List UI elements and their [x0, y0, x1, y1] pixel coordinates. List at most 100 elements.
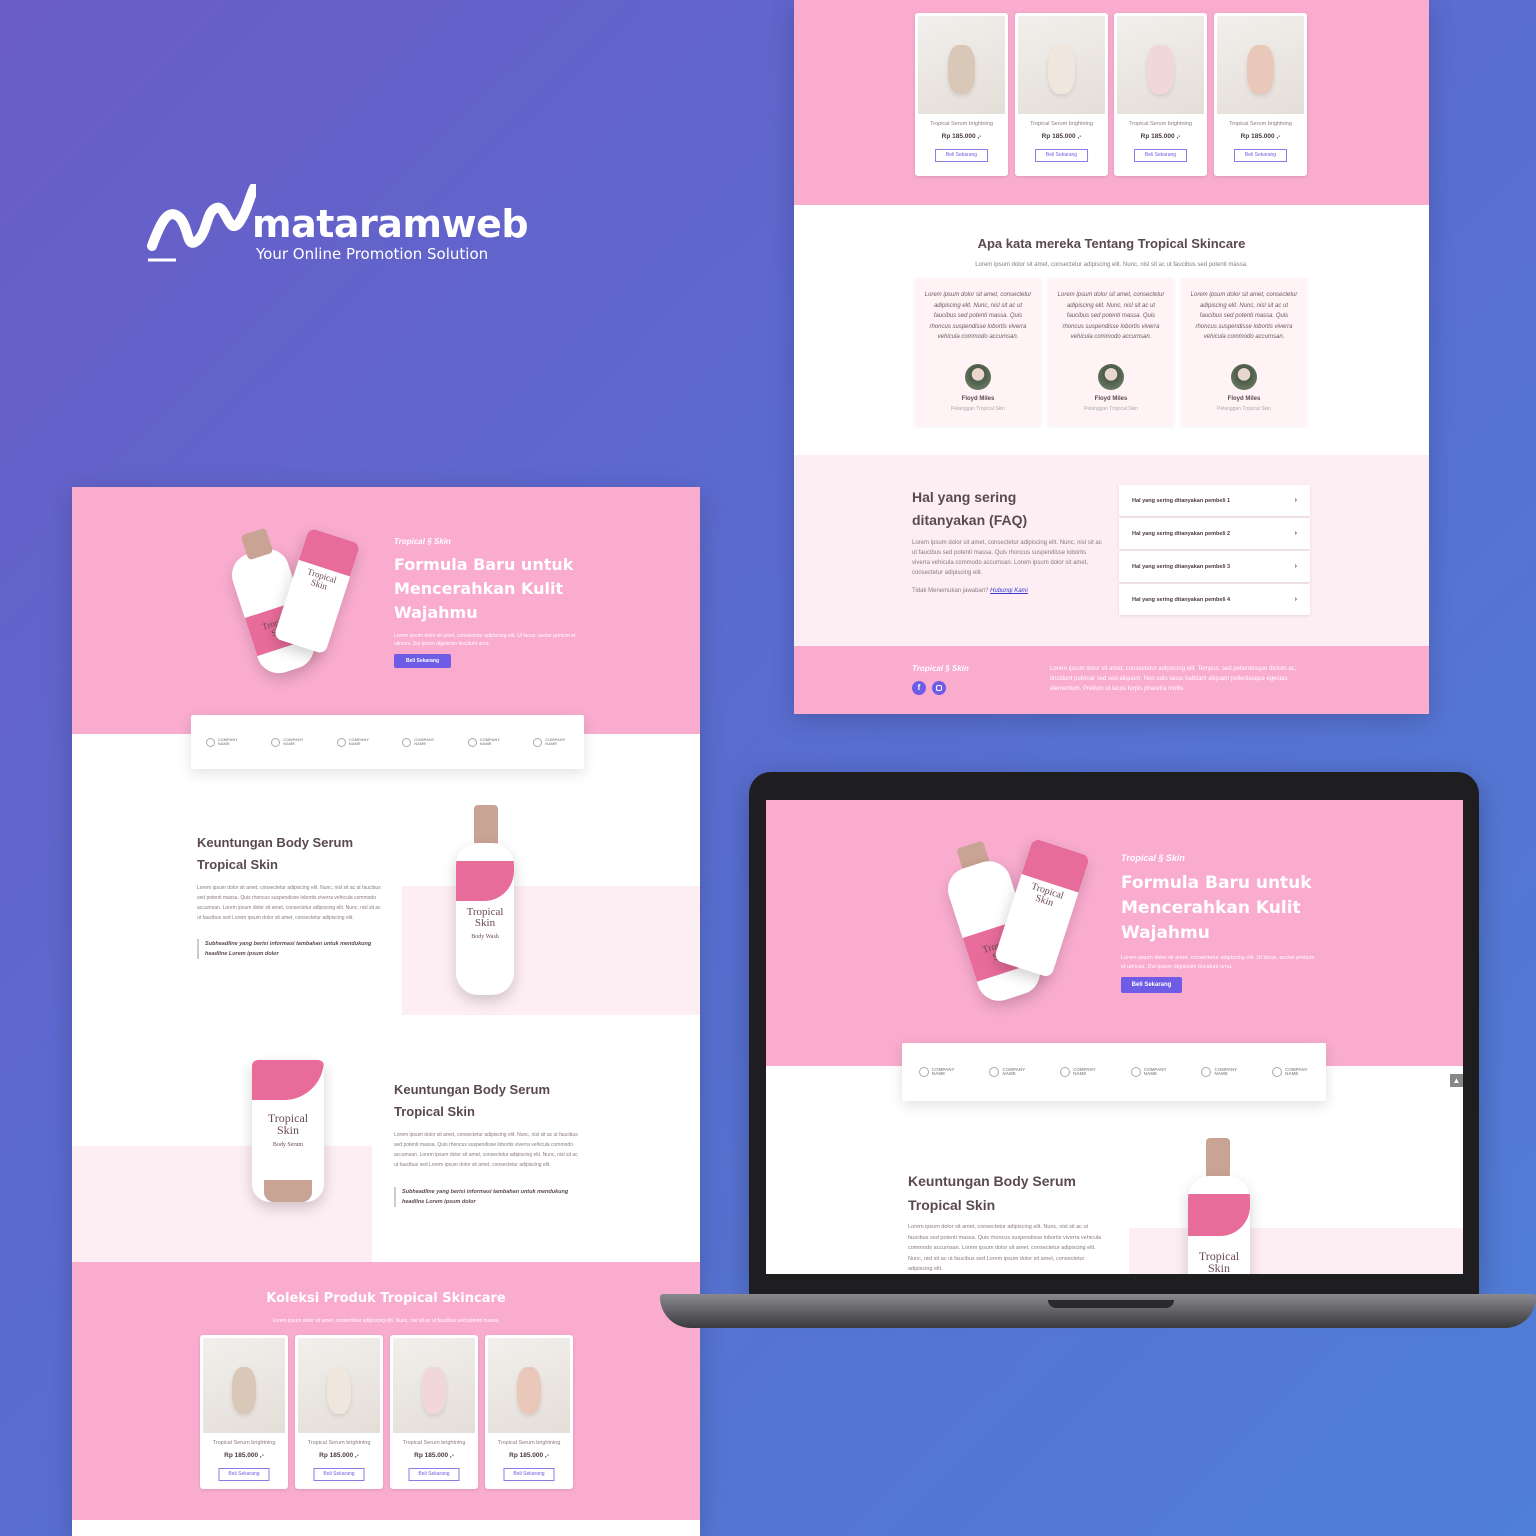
- company-name: COMPANY NAME: [1285, 1066, 1308, 1076]
- collection-title: Koleksi Produk Tropical Skincare: [266, 1291, 506, 1306]
- product-name: Tropical Serum brightning: [307, 1440, 371, 1446]
- testimonial-name: Floyd Miles: [1227, 396, 1261, 402]
- company-logo: COMPANY NAME: [1272, 1067, 1309, 1077]
- laptop-hero-cta-button[interactable]: Beli Sekarang: [1121, 977, 1182, 993]
- company-name: COMPANY NAME: [217, 737, 238, 746]
- product-name: Tropical Serum brightning: [930, 121, 993, 127]
- product-price: Rp 185.000 ,-: [319, 1452, 359, 1459]
- testimonial-card: Lorem ipsum dolor sit amet, consectetur …: [1181, 278, 1307, 426]
- faq-question: Hal yang sering ditanyakan pembeli 3: [1132, 563, 1231, 570]
- hero-section: [72, 487, 700, 734]
- product-decor: [516, 1366, 542, 1414]
- faq-question: Hal yang sering ditanyakan pembeli 1: [1132, 497, 1231, 504]
- company-logo-icon: [1272, 1067, 1283, 1077]
- laptop-feature-bottle-image: Tropical Skin: [1188, 1176, 1250, 1274]
- faq-item[interactable]: Hal yang sering ditanyakan pembeli 2 ›: [1119, 518, 1310, 549]
- faq-title: Hal yang sering ditanyakan (FAQ): [912, 489, 1028, 528]
- product-decor: [326, 1366, 352, 1414]
- company-logo: COMPANY NAME: [205, 737, 242, 747]
- faq-item[interactable]: Hal yang sering ditanyakan pembeli 3 ›: [1119, 551, 1310, 582]
- faq-body: Lorem ipsum dolor sit amet, consectetur …: [912, 540, 1102, 576]
- product-price: Rp 185.000 ,-: [1240, 133, 1281, 140]
- product-image: [203, 1338, 285, 1433]
- avatar: [1098, 364, 1124, 390]
- chevron-right-icon: ›: [1294, 497, 1297, 504]
- product-price: Rp 185.000 ,-: [224, 1452, 264, 1459]
- company-logo-icon: [271, 737, 281, 747]
- feature2-quote: Subheadline yang berisi informasi tambah…: [394, 1187, 569, 1207]
- product-card: Tropical Serum brightning Rp 185.000 ,- Be…: [1015, 13, 1108, 176]
- product-buy-button[interactable]: Beli Sekarang: [934, 149, 989, 162]
- product-buy-button[interactable]: Beli Sekarang: [313, 1468, 365, 1481]
- product-decor: [421, 1366, 447, 1414]
- feature1-title: Keuntungan Body Serum Tropical Skin: [197, 835, 354, 872]
- chevron-right-icon: ›: [1294, 563, 1297, 570]
- product-buy-button[interactable]: Beli Sekarang: [218, 1468, 270, 1481]
- company-name: COMPANY NAME: [931, 1066, 955, 1076]
- laptop-hero-subtitle: Lorem ipsum dolor sit amet, consectetur …: [1121, 955, 1315, 970]
- product-decor: [231, 1366, 257, 1414]
- feature1-bg: [402, 886, 700, 1015]
- product-image: [1117, 16, 1204, 114]
- product-price: Rp 185.000 ,-: [1041, 133, 1082, 140]
- company-logo: COMPANY NAME: [336, 737, 373, 747]
- company-name: COMPANY NAME: [1002, 1066, 1026, 1076]
- faq-item[interactable]: Hal yang sering ditanyakan pembeli 1 ›: [1119, 485, 1310, 516]
- company-logo: COMPANY NAME: [989, 1067, 1026, 1077]
- testimonial-text: Lorem ipsum dolor sit amet, consectetur …: [1057, 292, 1165, 340]
- laptop-feature-title: Keuntungan Body Serum Tropical Skin: [908, 1173, 1077, 1213]
- product-name: Tropical Serum brightning: [497, 1440, 561, 1446]
- testimonial-card: Lorem ipsum dolor sit amet, consectetur …: [915, 278, 1041, 426]
- collection-subtitle: Lorem ipsum dolor sit amet, consectetur …: [272, 1318, 500, 1324]
- testimonial-subtitle: Lorem ipsum dolor sit amet, consectetur …: [975, 262, 1248, 268]
- faq-question: Hal yang sering ditanyakan pembeli 2: [1132, 530, 1231, 537]
- company-logo-icon: [1201, 1067, 1212, 1077]
- company-logo-icon: [1130, 1067, 1141, 1077]
- product-image: [918, 16, 1005, 114]
- product-name: Tropical Serum brightning: [1129, 121, 1192, 127]
- product-card: Tropical Serum brightning Rp 185.000 ,- Be…: [295, 1335, 383, 1489]
- product-decor: [1247, 45, 1274, 95]
- mataramweb-logo-icon: [147, 184, 256, 262]
- product-buy-button[interactable]: Beli Sekarang: [1233, 149, 1288, 162]
- avatar: [965, 364, 991, 390]
- company-logo-icon: [402, 737, 412, 747]
- laptop-screen: TropicalSkin TropicalSkin Tropical § Ski…: [766, 800, 1463, 1274]
- feature2-body: Lorem ipsum dolor sit amet, consectetur …: [394, 1132, 578, 1168]
- product-card: Tropical Serum brightning Rp 185.000 ,- Be…: [485, 1335, 573, 1489]
- company-logo: COMPANY NAME: [1201, 1067, 1238, 1077]
- product-buy-button[interactable]: Beli Sekarang: [408, 1468, 460, 1481]
- hero-cta-button[interactable]: Beli Sekarang: [394, 654, 451, 668]
- product-buy-button[interactable]: Beli Sekarang: [1034, 149, 1089, 162]
- product-buy-button[interactable]: Beli Sekarang: [1133, 149, 1188, 162]
- chevron-right-icon: ›: [1294, 530, 1297, 537]
- company-logo-icon: [467, 737, 477, 747]
- testimonial-name: Floyd Miles: [961, 396, 995, 402]
- feature1-body: Lorem ipsum dolor sit amet, consectetur …: [197, 885, 381, 921]
- company-logo-icon: [533, 737, 543, 747]
- feature2-tube-image: Tropical Skin Body Serum: [252, 1060, 324, 1202]
- company-logo-icon: [989, 1067, 1000, 1077]
- company-name: COMPANY NAME: [414, 737, 435, 746]
- contact-link[interactable]: Hubungi Kami: [990, 588, 1028, 594]
- company-logo-icon: [336, 737, 346, 747]
- company-logo: COMPANY NAME: [918, 1066, 956, 1077]
- testimonial-title: Apa kata mereka Tentang Tropical Skincar…: [977, 236, 1246, 251]
- product-price: Rp 185.000 ,-: [509, 1452, 549, 1459]
- laptop-notch: [1048, 1300, 1174, 1308]
- laptop-hero-brand: Tropical § Skin: [1121, 853, 1185, 863]
- company-logo: COMPANY NAME: [402, 737, 438, 747]
- scroll-top-button[interactable]: ▲: [1450, 1074, 1463, 1087]
- instagram-icon[interactable]: [932, 681, 946, 695]
- feature1-bottle-image: Tropical Skin Body Wash: [456, 843, 514, 995]
- footer-brand: Tropical § Skin: [912, 664, 969, 673]
- product-decor: [1048, 45, 1075, 95]
- product-name: Tropical Serum brightning: [402, 1440, 466, 1446]
- laptop-logo-strip: COMPANY NAME COMPANY NAME COMPANY NAME COMP…: [902, 1043, 1326, 1101]
- product-image: [393, 1338, 475, 1433]
- product-name: Tropical Serum brightning: [212, 1440, 276, 1446]
- facebook-icon[interactable]: f: [912, 681, 926, 695]
- faq-item[interactable]: Hal yang sering ditanyakan pembeli 4 ›: [1119, 584, 1310, 615]
- product-image: [1217, 16, 1304, 114]
- product-buy-button[interactable]: Beli Sekarang: [503, 1468, 555, 1481]
